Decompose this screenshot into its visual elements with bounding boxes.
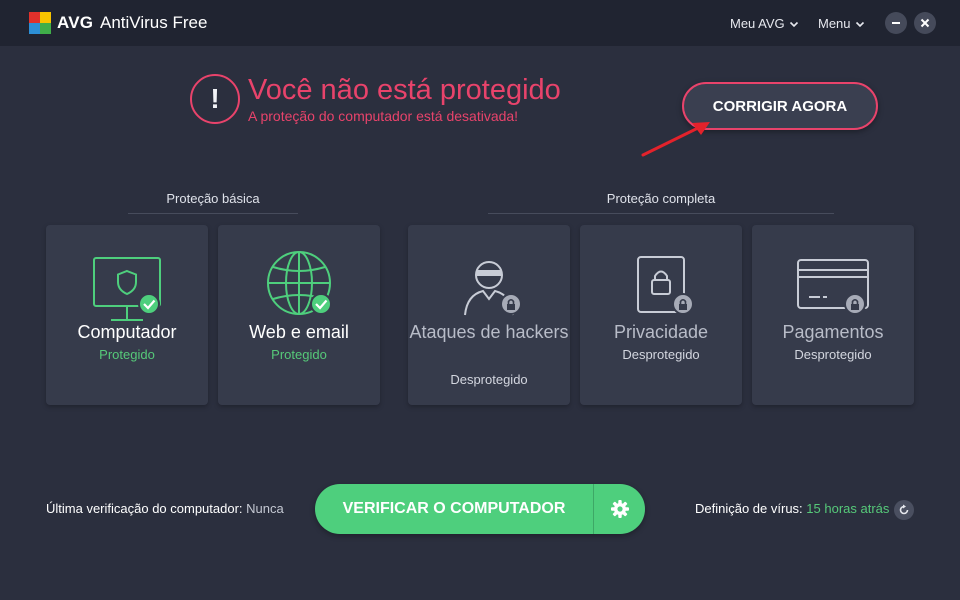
basic-protection-label: Proteção básica bbox=[166, 191, 260, 206]
card-privacy[interactable]: Privacidade Desprotegido bbox=[580, 225, 742, 405]
close-icon bbox=[920, 18, 930, 28]
warning-icon: ! bbox=[190, 74, 240, 124]
brand-name: AVG bbox=[57, 13, 94, 32]
last-scan-label: Última verificação do computador: bbox=[46, 501, 243, 516]
card-title: Computador bbox=[77, 322, 177, 342]
last-scan-info: Última verificação do computador: Nunca bbox=[46, 501, 284, 516]
virus-definition-info: Definição de vírus: 15 horas atrás bbox=[695, 501, 889, 516]
gear-icon bbox=[610, 500, 629, 518]
avg-logo-icon bbox=[29, 12, 51, 34]
basic-divider bbox=[128, 213, 298, 214]
chevron-down-icon bbox=[855, 21, 864, 27]
card-status: Desprotegido bbox=[794, 347, 872, 362]
card-title: Web e email bbox=[249, 322, 349, 342]
full-divider bbox=[488, 213, 834, 214]
last-scan-value: Nunca bbox=[246, 501, 284, 516]
chevron-down-icon bbox=[789, 21, 798, 27]
check-badge-icon bbox=[138, 293, 160, 315]
card-hacker-attacks[interactable]: Ataques de hackers Desprotegido bbox=[408, 225, 570, 405]
update-definitions-button[interactable] bbox=[894, 500, 914, 520]
card-title: Privacidade bbox=[613, 322, 709, 342]
card-title: Ataques de hackers bbox=[409, 322, 569, 342]
scan-settings-button[interactable] bbox=[594, 484, 645, 534]
virus-definition-value: 15 horas atrás bbox=[806, 501, 890, 516]
card-computer[interactable]: Computador Protegido bbox=[46, 225, 208, 405]
scan-button-group: VERIFICAR O COMPUTADOR bbox=[315, 484, 645, 534]
minimize-icon bbox=[892, 22, 900, 24]
status-subtitle: A proteção do computador está desativada… bbox=[248, 108, 519, 124]
minimize-button[interactable] bbox=[885, 12, 907, 34]
menu-label: Menu bbox=[818, 16, 851, 31]
title-bar: AVG AntiVirus Free Meu AVG Menu bbox=[0, 0, 960, 46]
virus-definition-label: Definição de vírus: bbox=[695, 501, 803, 516]
full-protection-label: Proteção completa bbox=[606, 191, 716, 206]
red-arrow-annotation bbox=[641, 122, 710, 157]
refresh-icon bbox=[899, 504, 909, 515]
card-title: Pagamentos bbox=[782, 322, 884, 342]
close-button[interactable] bbox=[914, 12, 936, 34]
my-avg-menu[interactable]: Meu AVG bbox=[730, 16, 799, 31]
card-status: Protegido bbox=[99, 347, 155, 362]
status-title: Você não está protegido bbox=[248, 74, 561, 106]
main-menu[interactable]: Menu bbox=[818, 16, 865, 31]
card-web-email[interactable]: Web e email Protegido bbox=[218, 225, 380, 405]
my-avg-label: Meu AVG bbox=[730, 16, 785, 31]
card-status: Protegido bbox=[271, 347, 327, 362]
card-payments[interactable]: Pagamentos Desprotegido bbox=[752, 225, 914, 405]
card-status: Desprotegido bbox=[622, 347, 700, 362]
scan-computer-button[interactable]: VERIFICAR O COMPUTADOR bbox=[315, 484, 594, 534]
card-status: Desprotegido bbox=[450, 372, 528, 387]
product-name: AntiVirus Free bbox=[100, 13, 208, 32]
check-badge-icon bbox=[310, 293, 332, 315]
